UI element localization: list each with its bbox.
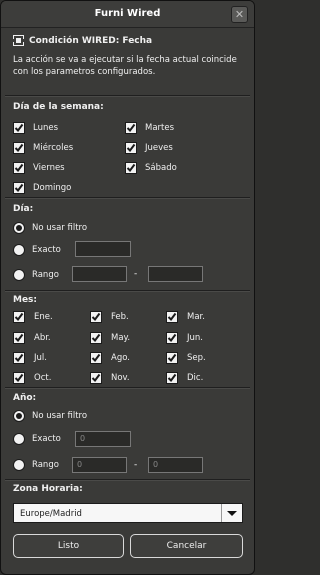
year-range-to-input[interactable]: 0 xyxy=(148,457,203,473)
wired-dialog: Furni Wired ✕ Condición WIRED: Fecha La … xyxy=(0,0,255,575)
month-oct-label: Oct. xyxy=(34,373,52,383)
month-label: Mes: xyxy=(13,295,38,305)
cancel-button[interactable]: Cancelar xyxy=(130,534,243,558)
month-ago-label: Ago. xyxy=(111,353,130,363)
year-range-from-input[interactable]: 0 xyxy=(72,457,127,473)
weekday-jueves-checkbox[interactable] xyxy=(125,142,137,154)
chevron-down-icon[interactable] xyxy=(221,504,242,522)
done-button[interactable]: Listo xyxy=(13,534,124,558)
month-jun-label: Jun. xyxy=(187,333,203,343)
weekday-martes-checkbox[interactable] xyxy=(125,122,137,134)
year-range-separator: - xyxy=(134,460,138,470)
month-dic-checkbox[interactable] xyxy=(166,372,178,384)
close-icon[interactable]: ✕ xyxy=(231,6,248,23)
month-mar-checkbox[interactable] xyxy=(166,311,178,323)
month-feb-label: Feb. xyxy=(111,312,129,322)
day-range-from-input[interactable] xyxy=(72,266,127,282)
year-no-filter-label: No usar filtro xyxy=(32,411,88,421)
month-abr-label: Abr. xyxy=(34,333,51,343)
weekday-miercoles-checkbox[interactable] xyxy=(13,142,25,154)
month-sep-label: Sep. xyxy=(187,353,206,363)
month-nov-checkbox[interactable] xyxy=(90,372,102,384)
title-bar[interactable]: Furni Wired ✕ xyxy=(1,1,254,28)
weekday-miercoles-label: Miércoles xyxy=(33,143,74,153)
month-may-checkbox[interactable] xyxy=(90,332,102,344)
month-may-label: May. xyxy=(111,333,131,343)
day-exact-radio[interactable] xyxy=(13,244,25,256)
year-no-filter-radio[interactable] xyxy=(13,410,25,422)
weekday-sabado-label: Sábado xyxy=(145,163,177,173)
weekday-lunes-checkbox[interactable] xyxy=(13,122,25,134)
month-ene-checkbox[interactable] xyxy=(13,311,25,323)
weekday-viernes-checkbox[interactable] xyxy=(13,162,25,174)
day-range-label: Rango xyxy=(32,270,59,280)
weekday-label: Día de la semana: xyxy=(13,102,104,112)
weekday-martes-label: Martes xyxy=(145,123,175,133)
month-abr-checkbox[interactable] xyxy=(13,332,25,344)
condition-title: Condición WIRED: Fecha xyxy=(29,36,153,46)
month-nov-label: Nov. xyxy=(111,373,130,383)
divider xyxy=(5,290,250,292)
timezone-value: Europe/Madrid xyxy=(20,509,82,519)
month-jun-checkbox[interactable] xyxy=(166,332,178,344)
month-ago-checkbox[interactable] xyxy=(90,352,102,364)
weekday-domingo-checkbox[interactable] xyxy=(13,182,25,194)
year-exact-input[interactable]: 0 xyxy=(75,431,131,447)
year-range-radio[interactable] xyxy=(13,459,25,471)
weekday-lunes-label: Lunes xyxy=(33,123,59,133)
weekday-sabado-checkbox[interactable] xyxy=(125,162,137,174)
month-oct-checkbox[interactable] xyxy=(13,372,25,384)
divider xyxy=(5,197,250,199)
day-no-filter-label: No usar filtro xyxy=(32,223,88,233)
year-exact-label: Exacto xyxy=(32,434,61,444)
timezone-select[interactable]: Europe/Madrid xyxy=(13,503,243,523)
timezone-label: Zona Horaria: xyxy=(13,484,83,494)
day-range-separator: - xyxy=(134,269,138,279)
day-range-to-input[interactable] xyxy=(148,266,203,282)
month-ene-label: Ene. xyxy=(34,312,53,322)
wired-condition-icon xyxy=(13,35,24,46)
month-jul-checkbox[interactable] xyxy=(13,352,25,364)
day-range-radio[interactable] xyxy=(13,269,25,281)
day-label: Día: xyxy=(13,204,34,214)
year-exact-radio[interactable] xyxy=(13,433,25,445)
month-sep-checkbox[interactable] xyxy=(166,352,178,364)
window-title: Furni Wired xyxy=(94,8,161,19)
weekday-viernes-label: Viernes xyxy=(33,163,65,173)
condition-description: La acción se va a ejecutar si la fecha a… xyxy=(13,55,237,77)
month-mar-label: Mar. xyxy=(187,312,205,322)
divider xyxy=(5,479,250,481)
month-dic-label: Dic. xyxy=(187,373,204,383)
day-no-filter-radio[interactable] xyxy=(13,222,25,234)
day-exact-input[interactable] xyxy=(75,241,131,257)
weekday-domingo-label: Domingo xyxy=(33,183,72,193)
divider xyxy=(5,387,250,389)
day-exact-label: Exacto xyxy=(32,245,61,255)
year-range-label: Rango xyxy=(32,460,59,470)
month-feb-checkbox[interactable] xyxy=(90,311,102,323)
year-label: Año: xyxy=(13,393,37,403)
weekday-jueves-label: Jueves xyxy=(145,143,173,153)
divider xyxy=(5,95,250,97)
month-jul-label: Jul. xyxy=(34,353,47,363)
